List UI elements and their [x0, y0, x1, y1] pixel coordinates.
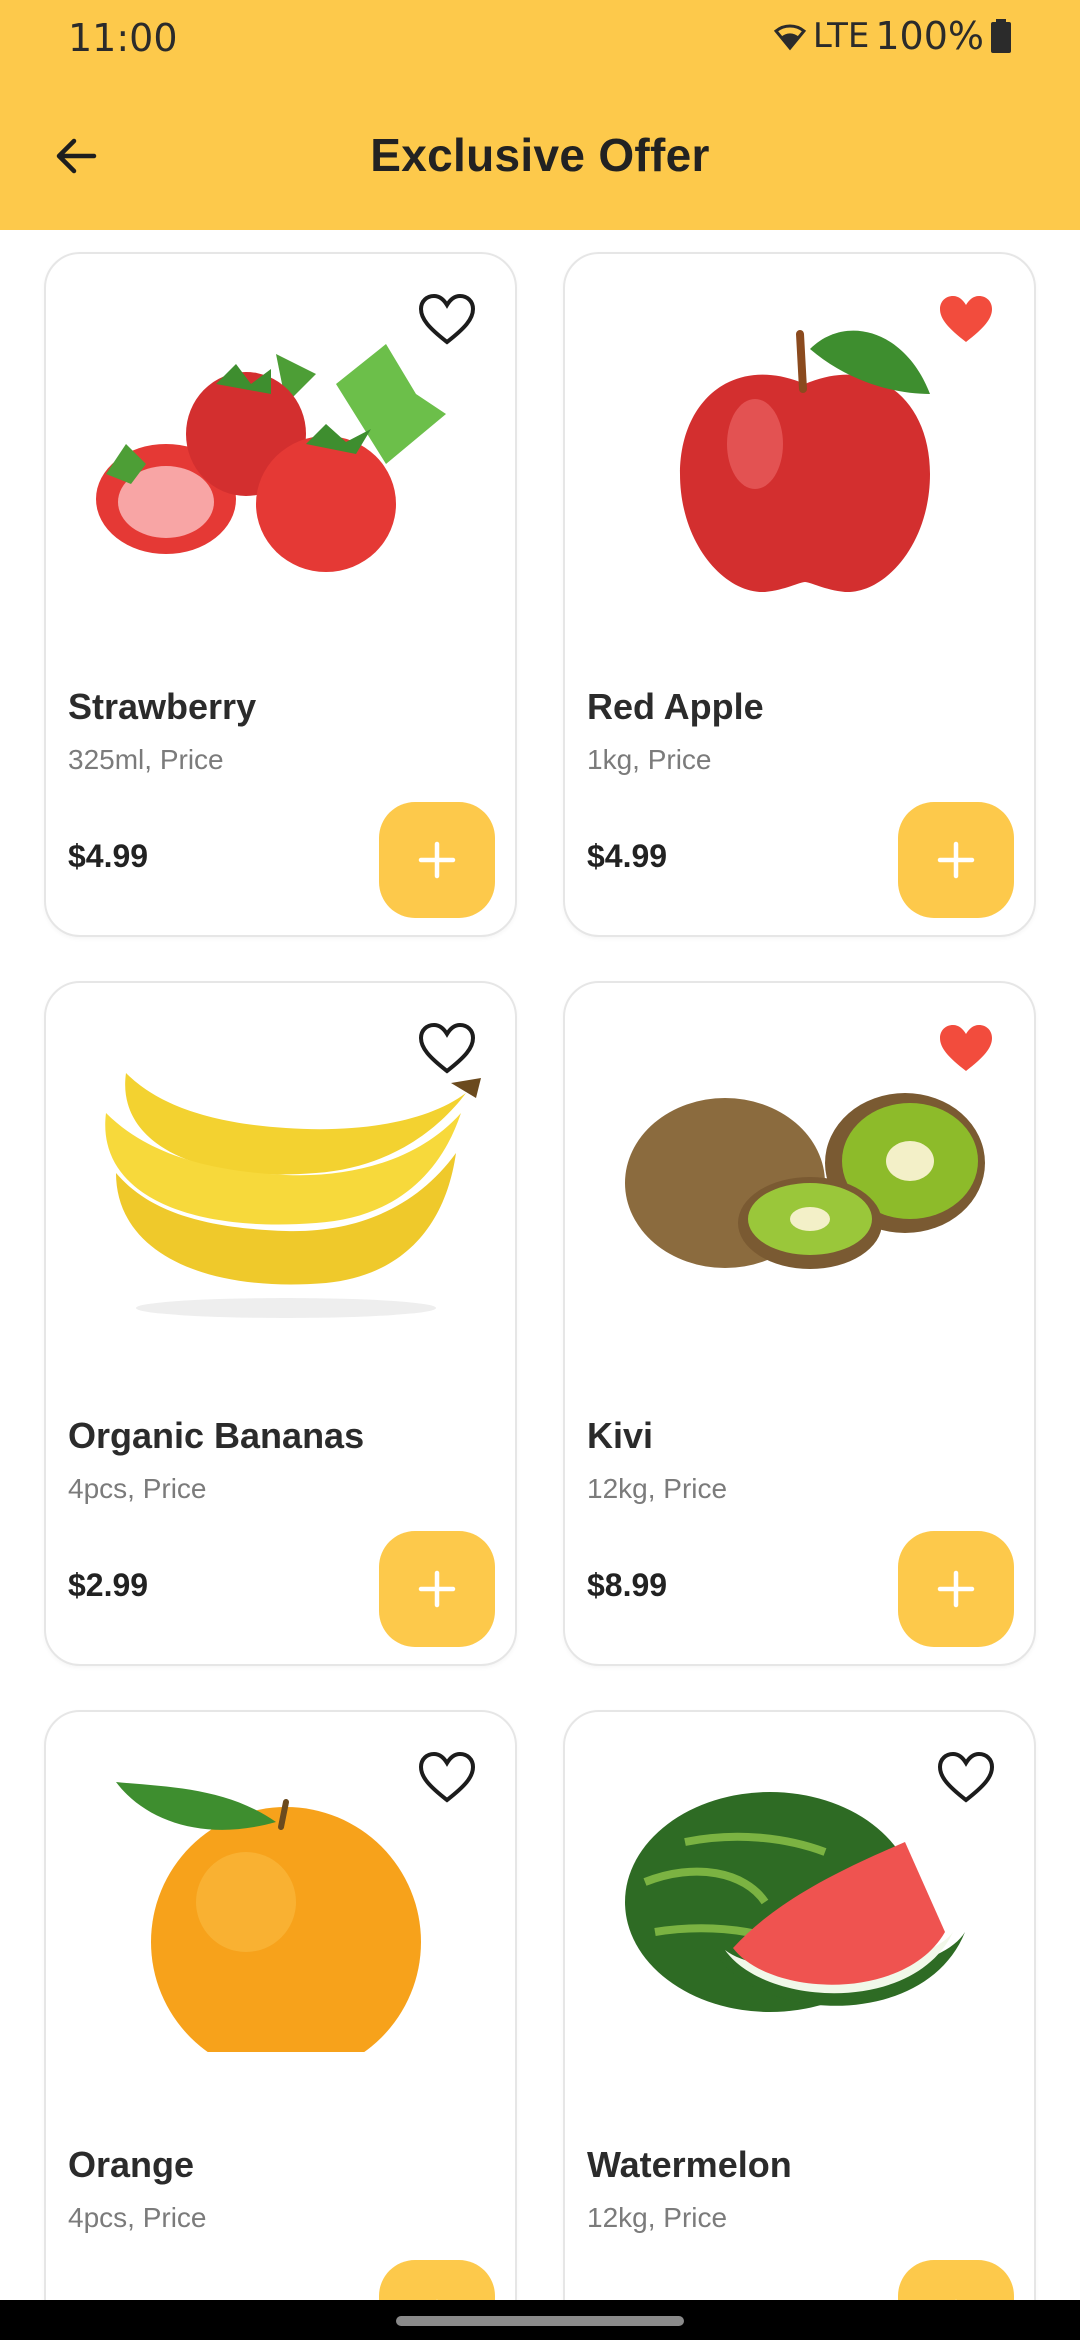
- watermelon-image: [625, 1792, 965, 2012]
- plus-icon: [937, 1570, 975, 1608]
- plus-icon: [418, 1570, 456, 1608]
- kiwi-image: [625, 1093, 985, 1269]
- battery-percent: 100%: [875, 14, 984, 58]
- product-card[interactable]: Watermelon 12kg, Price: [563, 1710, 1036, 2300]
- banana-image: [105, 1073, 481, 1318]
- wifi-icon: [773, 24, 806, 51]
- add-to-cart-button[interactable]: [379, 802, 495, 918]
- product-detail: 4pcs, Price: [68, 2202, 207, 2233]
- network-type: LTE: [812, 16, 870, 56]
- product-grid: Strawberry 325ml, Price $4.99 Red Apple …: [0, 230, 1080, 2300]
- home-gesture-handle[interactable]: [396, 2316, 684, 2326]
- product-name: Orange: [68, 2144, 195, 2185]
- system-nav-bar: [0, 2300, 1080, 2340]
- product-name: Kivi: [587, 1415, 654, 1456]
- status-icons: LTE 100%: [773, 14, 1012, 58]
- product-detail: 12kg, Price: [587, 2202, 728, 2233]
- product-detail: 325ml, Price: [68, 744, 224, 775]
- add-to-cart-button[interactable]: [898, 1531, 1014, 1647]
- product-detail: 12kg, Price: [587, 1473, 728, 1504]
- add-to-cart-button[interactable]: [898, 802, 1014, 918]
- product-card[interactable]: Organic Bananas 4pcs, Price $2.99: [44, 981, 517, 1666]
- product-price: $8.99: [587, 1567, 668, 1603]
- status-time: 11:00: [68, 16, 178, 60]
- app-header: 11:00 LTE 100% Exclusive Offer: [0, 0, 1080, 230]
- plus-icon: [937, 841, 975, 879]
- product-card[interactable]: Strawberry 325ml, Price $4.99: [44, 252, 517, 937]
- product-detail: 1kg, Price: [587, 744, 712, 775]
- orange-image: [116, 1782, 421, 2052]
- product-price: $4.99: [587, 838, 668, 874]
- product-card[interactable]: Orange 4pcs, Price: [44, 1710, 517, 2300]
- add-to-cart-button[interactable]: [379, 2260, 495, 2300]
- product-name: Organic Bananas: [68, 1415, 365, 1456]
- product-name: Watermelon: [587, 2144, 792, 2185]
- plus-icon: [418, 841, 456, 879]
- page-title: Exclusive Offer: [370, 129, 710, 181]
- product-card[interactable]: Red Apple 1kg, Price $4.99: [563, 252, 1036, 937]
- strawberry-image: [96, 344, 446, 572]
- battery-icon: [991, 19, 1011, 53]
- product-name: Strawberry: [68, 686, 257, 727]
- apple-image: [680, 330, 930, 593]
- status-bar: 11:00 LTE 100%: [0, 0, 1080, 80]
- add-to-cart-button[interactable]: [898, 2260, 1014, 2300]
- product-detail: 4pcs, Price: [68, 1473, 207, 1504]
- product-price: $2.99: [68, 1567, 149, 1603]
- add-to-cart-button[interactable]: [379, 1531, 495, 1647]
- product-card[interactable]: Kivi 12kg, Price $8.99: [563, 981, 1036, 1666]
- product-price: $4.99: [68, 838, 149, 874]
- product-name: Red Apple: [587, 686, 764, 727]
